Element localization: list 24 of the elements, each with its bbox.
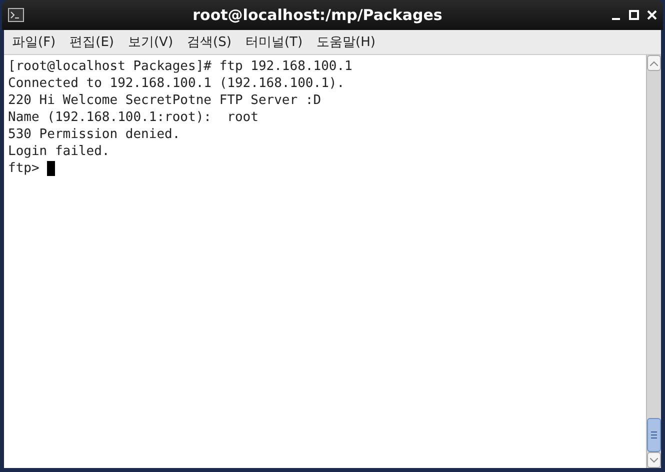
- text-cursor: [47, 161, 56, 176]
- terminal-prompt: ftp>: [8, 160, 40, 177]
- scroll-down-button[interactable]: [647, 452, 661, 468]
- terminal-line: 530 Permission denied.: [8, 126, 180, 143]
- window-title: root@localhost:/mp/Packages: [192, 6, 444, 24]
- menu-item[interactable]: 도움말(H): [316, 33, 376, 51]
- terminal-line: Name (192.168.100.1:root): root: [8, 109, 258, 126]
- terminal-line: Connected to 192.168.100.1 (192.168.100.1).: [8, 75, 345, 92]
- menu-item[interactable]: 터미널(T): [245, 33, 303, 51]
- terminal-icon: [8, 8, 24, 22]
- chevron-down-icon: [650, 458, 658, 462]
- menu-item[interactable]: 편집(E): [70, 33, 114, 51]
- menu-item[interactable]: 보기(V): [128, 33, 174, 51]
- close-icon[interactable]: [647, 10, 657, 20]
- terminal-line: 220 Hi Welcome SecretPotne FTP Server :D: [8, 92, 322, 109]
- scrollbar-thumb[interactable]: [647, 418, 661, 452]
- grip-icon: [651, 431, 657, 439]
- menu-item[interactable]: 검색(S): [187, 33, 232, 51]
- terminal-line: Login failed.: [8, 143, 110, 160]
- scroll-up-button[interactable]: [647, 55, 661, 71]
- menu-item[interactable]: 파일(F): [12, 33, 56, 51]
- maximize-icon[interactable]: [629, 10, 639, 20]
- terminal-line: [root@localhost Packages]# ftp 192.168.100.1: [8, 58, 352, 75]
- chevron-up-icon: [650, 60, 658, 66]
